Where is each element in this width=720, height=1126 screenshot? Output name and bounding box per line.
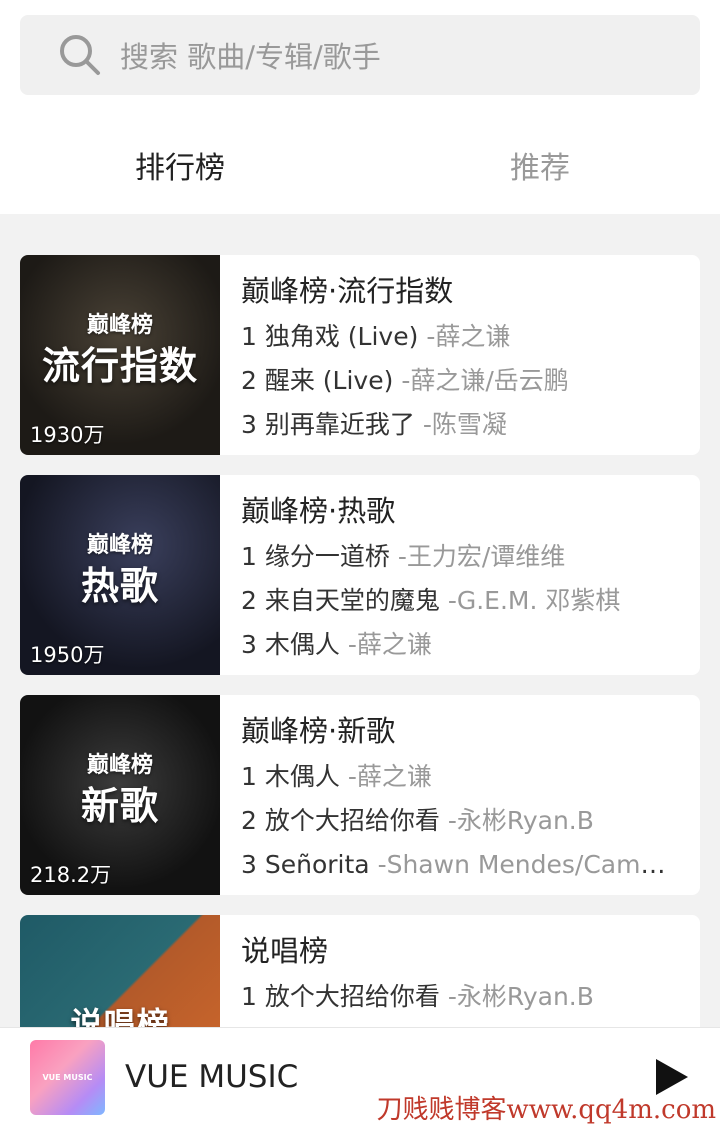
chart-cover: 巅峰榜 新歌 218.2万 (20, 695, 220, 895)
song-artist: -薛之谦 (426, 322, 511, 351)
song-item: 2 放个大招给你看 -永彬Ryan.B (241, 799, 700, 843)
chart-title: 巅峰榜·流行指数 (241, 274, 454, 308)
song-item: 3 Señorita -Shawn Mendes/Camila Cabello (241, 843, 700, 887)
song-name: Señorita (264, 850, 370, 879)
song-rank: 3 (241, 630, 257, 659)
song-rank: 2 (241, 586, 257, 615)
song-item: 1 木偶人 -薛之谦 (241, 755, 700, 799)
song-rank: 3 (241, 850, 257, 879)
song-item: 2 醒来 (Live) -薛之谦/岳云鹏 (241, 359, 700, 403)
song-name: 独角戏 (Live) (264, 322, 419, 351)
chart-card[interactable]: 巅峰榜 流行指数 1930万 巅峰榜·流行指数 1 独角戏 (Live) -薛之… (20, 255, 700, 455)
play-count: 1950万 (30, 643, 105, 667)
song-item: 3 木偶人 -薛之谦 (241, 623, 700, 667)
chart-cover: 巅峰榜 流行指数 1930万 (20, 255, 220, 455)
song-name: 别再靠近我了 (264, 410, 415, 439)
search-icon (58, 33, 102, 77)
song-artist: -永彬Ryan.B (447, 806, 594, 835)
chart-info: 巅峰榜·新歌 1 木偶人 -薛之谦 2 放个大招给你看 -永彬Ryan.B 3 … (220, 695, 700, 895)
play-count: 1930万 (30, 423, 105, 447)
tab-recommend[interactable]: 推荐 (360, 120, 720, 210)
song-name: 醒来 (Live) (264, 366, 394, 395)
song-item: 1 缘分一道桥 -王力宏/谭维维 (241, 535, 700, 579)
search-placeholder[interactable]: 搜索 歌曲/专辑/歌手 (120, 34, 381, 76)
song-item: 3 别再靠近我了 -陈雪凝 (241, 403, 700, 447)
song-rank: 3 (241, 410, 257, 439)
song-name: 来自天堂的魔鬼 (264, 586, 440, 615)
cover-title: 流行指数 (41, 344, 198, 388)
tab-rankings[interactable]: 排行榜 (0, 120, 360, 210)
song-name: 放个大招给你看 (264, 982, 440, 1011)
chart-card[interactable]: 巅峰榜 热歌 1950万 巅峰榜·热歌 1 缘分一道桥 -王力宏/谭维维 2 来… (20, 475, 700, 675)
chart-title: 巅峰榜·热歌 (241, 494, 396, 528)
song-name: 缘分一道桥 (264, 542, 390, 571)
song-rank: 1 (241, 982, 257, 1011)
tab-bar: 排行榜 推荐 (0, 120, 720, 210)
player-title: VUE MUSIC (125, 1059, 299, 1095)
song-name: 木偶人 (264, 630, 340, 659)
cover-title: 新歌 (80, 784, 159, 828)
song-name: 木偶人 (264, 762, 340, 791)
song-rank: 2 (241, 366, 257, 395)
song-rank: 2 (241, 806, 257, 835)
song-rank: 1 (241, 762, 257, 791)
chart-title: 说唱榜 (241, 934, 329, 968)
song-artist: -Shawn Mendes/Camila Cabello (377, 850, 700, 879)
song-rank: 1 (241, 542, 257, 571)
search-bar[interactable]: 搜索 歌曲/专辑/歌手 (20, 15, 700, 95)
song-name: 放个大招给你看 (264, 806, 440, 835)
song-artist: -薛之谦 (347, 762, 432, 791)
chart-list: 巅峰榜 流行指数 1930万 巅峰榜·流行指数 1 独角戏 (Live) -薛之… (20, 255, 700, 1126)
song-artist: -G.E.M. 邓紫棋 (447, 586, 621, 615)
song-artist: -王力宏/谭维维 (397, 542, 566, 571)
song-item: 1 放个大招给你看 -永彬Ryan.B (241, 975, 700, 1019)
song-artist: -陈雪凝 (422, 410, 507, 439)
album-thumbnail[interactable]: VUE MUSIC (30, 1039, 105, 1115)
chart-card[interactable]: 巅峰榜 新歌 218.2万 巅峰榜·新歌 1 木偶人 -薛之谦 2 放个大招给你… (20, 695, 700, 895)
song-artist: -薛之谦/岳云鹏 (401, 366, 569, 395)
play-count: 218.2万 (30, 863, 112, 887)
chart-cover: 巅峰榜 热歌 1950万 (20, 475, 220, 675)
song-artist: -薛之谦 (347, 630, 432, 659)
song-item: 2 来自天堂的魔鬼 -G.E.M. 邓紫棋 (241, 579, 700, 623)
chart-info: 巅峰榜·热歌 1 缘分一道桥 -王力宏/谭维维 2 来自天堂的魔鬼 -G.E.M… (220, 475, 700, 675)
song-rank: 1 (241, 322, 257, 351)
header: 搜索 歌曲/专辑/歌手 排行榜 推荐 (0, 0, 720, 214)
thumb-text: VUE MUSIC (42, 1072, 93, 1082)
song-item: 1 独角戏 (Live) -薛之谦 (241, 315, 700, 359)
cover-title: 热歌 (80, 564, 159, 608)
watermark-text: 刀贱贱博客www.qq4m.com (376, 1095, 716, 1125)
chart-info: 巅峰榜·流行指数 1 独角戏 (Live) -薛之谦 2 醒来 (Live) -… (220, 255, 700, 455)
chart-title: 巅峰榜·新歌 (241, 714, 396, 748)
song-artist: -永彬Ryan.B (447, 982, 594, 1011)
